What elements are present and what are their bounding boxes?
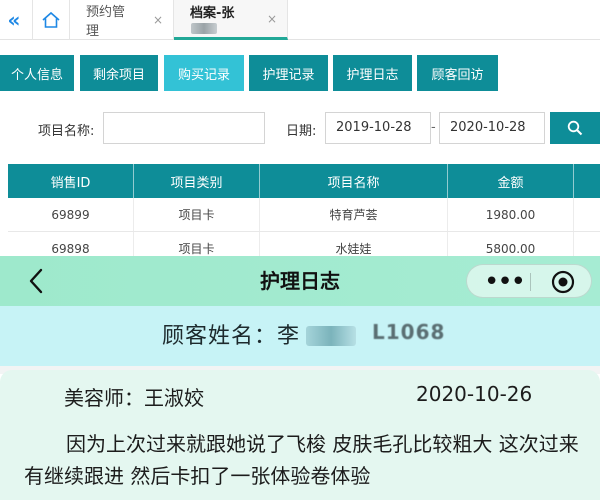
- table-header: 销售ID 项目类别 项目名称 金额: [8, 164, 600, 198]
- cell-item-category: 项目卡: [134, 198, 260, 231]
- redacted-name-blur: [191, 22, 217, 34]
- close-target-button[interactable]: [545, 269, 581, 295]
- profile-button-row: 个人信息 剩余项目 购买记录 护理记录 护理日志 顾客回访: [0, 55, 600, 91]
- tab-label: 预约管理: [86, 5, 126, 39]
- close-icon[interactable]: ×: [267, 12, 277, 26]
- top-tab-bar: « 预约管理 × 档案-张 ×: [0, 0, 600, 40]
- col-item-name[interactable]: 项目名称: [260, 164, 448, 198]
- col-amount[interactable]: 金额: [448, 164, 574, 198]
- target-circle-icon: [551, 270, 575, 294]
- remaining-items-button[interactable]: 剩余项目: [80, 55, 158, 91]
- customer-followup-button[interactable]: 顾客回访: [417, 55, 498, 91]
- miniprogram-capsule: •••: [466, 264, 592, 298]
- tab-label: 档案-张: [190, 2, 245, 36]
- back-button[interactable]: [22, 266, 50, 296]
- redacted-name-blur: [306, 326, 356, 346]
- customer-name-label: 顾客姓名：李: [162, 324, 301, 349]
- chevron-left-icon: [29, 268, 43, 294]
- date-label: 日期:: [286, 124, 317, 139]
- capsule-divider: [530, 273, 531, 291]
- date-from-input[interactable]: 2019-10-28: [325, 112, 431, 144]
- care-log-card[interactable]: 美容师：王淑姣 2020-10-26 因为上次过来就跟她说了飞梭 皮肤毛孔比较粗…: [0, 370, 600, 500]
- col-item-category[interactable]: 项目类别: [134, 164, 260, 198]
- beautician-label: 美容师：王淑姣: [64, 386, 204, 410]
- log-content: 因为上次过来就跟她说了飞梭 皮肤毛孔比较粗大 这次过来有继续跟进 然后卡扣了一张…: [24, 432, 579, 488]
- table-row[interactable]: 69899 项目卡 特育芦荟 1980.00: [8, 198, 600, 232]
- cell-amount: 1980.00: [448, 198, 574, 231]
- tab-archive[interactable]: 档案-张 ×: [174, 0, 288, 40]
- double-chevron-left-icon: «: [7, 8, 21, 32]
- cell-sale-id: 69899: [8, 198, 134, 231]
- cell-extra: [574, 198, 600, 231]
- care-records-button[interactable]: 护理记录: [249, 55, 328, 91]
- care-log-button[interactable]: 护理日志: [333, 55, 412, 91]
- close-icon[interactable]: ×: [153, 13, 163, 27]
- date-separator: -: [431, 120, 436, 135]
- col-sale-id[interactable]: 销售ID: [8, 164, 134, 198]
- col-extra: [574, 164, 600, 198]
- mobile-nav-bar: 护理日志 •••: [0, 256, 600, 306]
- customer-code: L1068: [372, 320, 446, 344]
- magnifier-icon: [567, 120, 583, 136]
- collapse-nav-button[interactable]: «: [0, 0, 28, 40]
- personal-info-button[interactable]: 个人信息: [0, 55, 74, 91]
- purchase-records-table: 销售ID 项目类别 项目名称 金额 69899 项目卡 特育芦荟 1980.00…: [8, 164, 600, 266]
- home-icon: [42, 11, 60, 28]
- search-form: 项目名称: 日期: 2019-10-28 - 2020-10-28: [0, 100, 600, 158]
- project-name-label: 项目名称:: [38, 124, 95, 139]
- cell-item-name: 特育芦荟: [260, 198, 448, 231]
- date-to-input[interactable]: 2020-10-28: [439, 112, 545, 144]
- home-tab[interactable]: [32, 0, 70, 40]
- more-dots-icon[interactable]: •••: [479, 265, 529, 299]
- project-name-input[interactable]: [103, 112, 265, 144]
- purchase-records-button[interactable]: 购买记录: [164, 55, 244, 91]
- log-date: 2020-10-26: [416, 382, 533, 406]
- tab-appointment-management[interactable]: 预约管理 ×: [70, 0, 174, 40]
- search-button[interactable]: [550, 112, 600, 144]
- customer-name-banner: 顾客姓名：李 L1068: [0, 306, 600, 366]
